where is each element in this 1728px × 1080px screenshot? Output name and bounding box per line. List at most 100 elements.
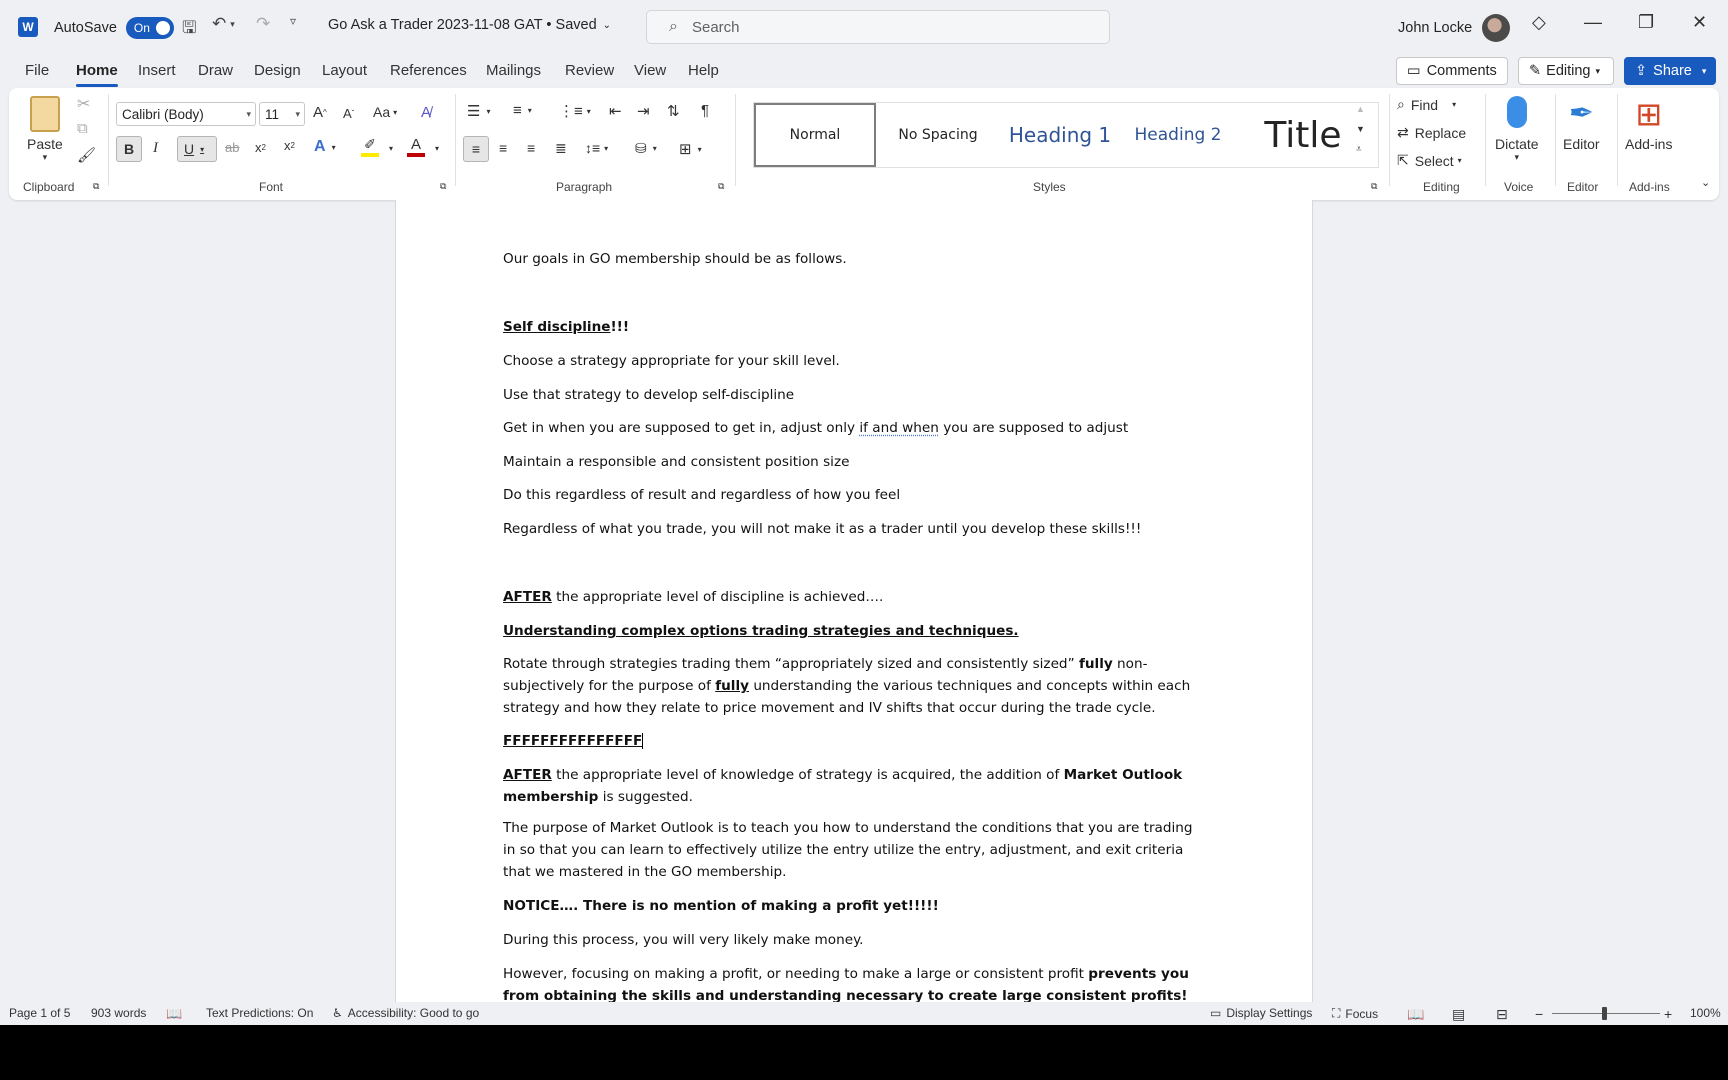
editing-mode-button[interactable]: ✎ Editing ▾ [1518,57,1614,85]
comments-button[interactable]: ▭ Comments [1396,57,1508,85]
bullets-icon[interactable]: ☰ ▾ [467,102,490,120]
subscript-icon[interactable]: x2 [255,140,266,155]
cut-icon[interactable]: ✂ [77,94,90,114]
paragraph: However, focusing on making a profit, or… [503,963,1207,1002]
tab-insert[interactable]: Insert [138,62,176,79]
web-layout-icon[interactable]: ⊟ [1496,1006,1508,1023]
copy-icon[interactable]: ⧉ [77,120,88,137]
align-center-icon[interactable]: ≡ [499,140,507,156]
align-right-icon[interactable]: ≡ [527,140,535,156]
italic-button[interactable]: I [153,140,158,157]
select-button[interactable]: ⇱ Select ▾ [1397,152,1462,169]
tab-draw[interactable]: Draw [198,62,233,79]
dictate-button[interactable]: Dictate ▾ [1495,96,1539,163]
styles-more-icon[interactable]: ⩡ [1356,144,1362,155]
align-left-button[interactable]: ≡ [463,136,489,162]
superscript-icon[interactable]: x2 [284,138,295,153]
show-marks-icon[interactable]: ¶ [701,102,709,119]
document-page[interactable]: Our goals in GO membership should be as … [395,200,1313,1002]
grammar-flag[interactable]: if and when [859,420,939,436]
font-color-button[interactable]: A [407,136,425,157]
strikethrough-icon[interactable]: ab [225,140,239,155]
shrink-font-icon[interactable]: Aˇ [343,106,354,121]
replace-button[interactable]: ⇄ Replace [1397,124,1466,141]
search-box[interactable]: ⌕ Search [646,10,1110,44]
tab-design[interactable]: Design [254,62,301,79]
save-icon[interactable]: 🖫 [182,15,196,44]
typed-text-run: FFFFFFFFFFFFFFF [503,733,643,749]
decrease-indent-icon[interactable]: ⇤ [609,102,622,120]
tab-layout[interactable]: Layout [322,62,367,79]
tab-file[interactable]: File [25,62,49,79]
style-no-spacing[interactable]: No Spacing [878,103,998,167]
document-title[interactable]: Go Ask a Trader 2023-11-08 GAT • Saved ⌄ [328,17,611,33]
sort-icon[interactable]: ⇅ [667,102,680,120]
shading-icon[interactable]: ⛁ ▾ [635,140,657,157]
zoom-slider-thumb[interactable] [1602,1007,1607,1020]
borders-icon[interactable]: ⊞ ▾ [679,140,702,158]
tab-help[interactable]: Help [688,62,719,79]
redo-icon[interactable]: ↷ [256,14,270,34]
display-settings-button[interactable]: ▭ Display Settings [1210,1006,1312,1020]
premium-diamond-icon[interactable]: ◇ [1532,12,1546,33]
zoom-in-icon[interactable]: + [1664,1006,1672,1022]
page-count[interactable]: Page 1 of 5 [9,1006,70,1020]
zoom-level[interactable]: 100% [1690,1006,1721,1020]
paste-button[interactable]: Paste ▾ [27,96,63,163]
justify-icon[interactable]: ≣ [555,140,567,157]
tab-home[interactable]: Home [76,62,118,87]
dialog-launcher-icon[interactable]: ⧉ [718,181,724,192]
numbering-icon[interactable]: ≡ ▾ [513,102,532,119]
share-button[interactable]: ⇪ Share ▾ [1624,57,1716,85]
read-mode-icon[interactable]: 📖 [1407,1006,1424,1023]
word-count[interactable]: 903 words [91,1006,146,1020]
print-layout-icon[interactable]: ▤ [1452,1006,1465,1023]
line-spacing-icon[interactable]: ↕≡ ▾ [585,140,608,156]
restore-icon[interactable]: ❐ [1638,12,1654,33]
editor-button[interactable]: ✒ Editor [1563,96,1600,152]
accessibility-status[interactable]: ♿ Accessibility: Good to go [332,1006,479,1020]
bold-button[interactable]: B [116,136,142,162]
customize-qat-icon[interactable]: ▿ [290,14,296,28]
tab-mailings[interactable]: Mailings [486,62,541,79]
multilevel-list-icon[interactable]: ⋮≡ ▾ [559,102,591,120]
change-case-button[interactable]: Aa ▾ [373,104,397,120]
tab-review[interactable]: Review [565,62,614,79]
proofing-icon[interactable]: 📖 [166,1006,182,1022]
chevron-down-icon: ▾ [604,143,609,153]
add-ins-button[interactable]: ⊞ Add-ins [1625,96,1672,152]
undo-icon[interactable]: ↶ ▾ [212,14,235,34]
dialog-launcher-icon[interactable]: ⧉ [1371,181,1377,192]
close-icon[interactable]: ✕ [1692,12,1707,33]
tab-references[interactable]: References [390,62,467,79]
autosave-toggle[interactable]: On [125,17,174,39]
focus-button[interactable]: ⛶ Focus [1332,1006,1378,1021]
text-predictions[interactable]: Text Predictions: On [206,1006,313,1020]
style-normal[interactable]: Normal [754,103,876,167]
grow-font-icon[interactable]: A ^ [313,104,327,121]
chevron-down-icon[interactable]: ▾ [389,144,393,153]
text-cursor [642,733,644,749]
style-heading-2[interactable]: Heading 2 [1120,103,1236,167]
account-button[interactable]: John Locke [1398,14,1511,42]
underline-button[interactable]: U ▾ [177,136,217,162]
collapse-ribbon-icon[interactable]: ⌄ [1701,176,1710,189]
clear-formatting-icon[interactable]: A̸ [421,104,431,121]
tab-view[interactable]: View [634,62,666,79]
dialog-launcher-icon[interactable]: ⧉ [93,181,99,192]
find-button[interactable]: ⌕ Find ▾ [1397,96,1456,113]
styles-scroll-up-icon[interactable]: ▲ [1356,104,1365,114]
highlight-color-button[interactable]: ✐ [361,136,379,157]
style-heading-1[interactable]: Heading 1 [1000,103,1120,167]
format-painter-icon[interactable]: 🖌 [77,146,96,164]
minimize-icon[interactable]: — [1584,12,1602,33]
styles-scroll-down-icon[interactable]: ▼ [1356,124,1365,134]
font-size-select[interactable]: 11 ▾ [259,102,305,126]
zoom-out-icon[interactable]: − [1535,1006,1543,1022]
dialog-launcher-icon[interactable]: ⧉ [440,181,446,192]
font-family-select[interactable]: Calibri (Body) ▾ [116,102,256,126]
style-title[interactable]: Title [1238,103,1368,167]
increase-indent-icon[interactable]: ⇥ [637,102,650,120]
text-effects-icon[interactable]: A ▾ [314,138,336,156]
chevron-down-icon[interactable]: ▾ [435,144,439,153]
